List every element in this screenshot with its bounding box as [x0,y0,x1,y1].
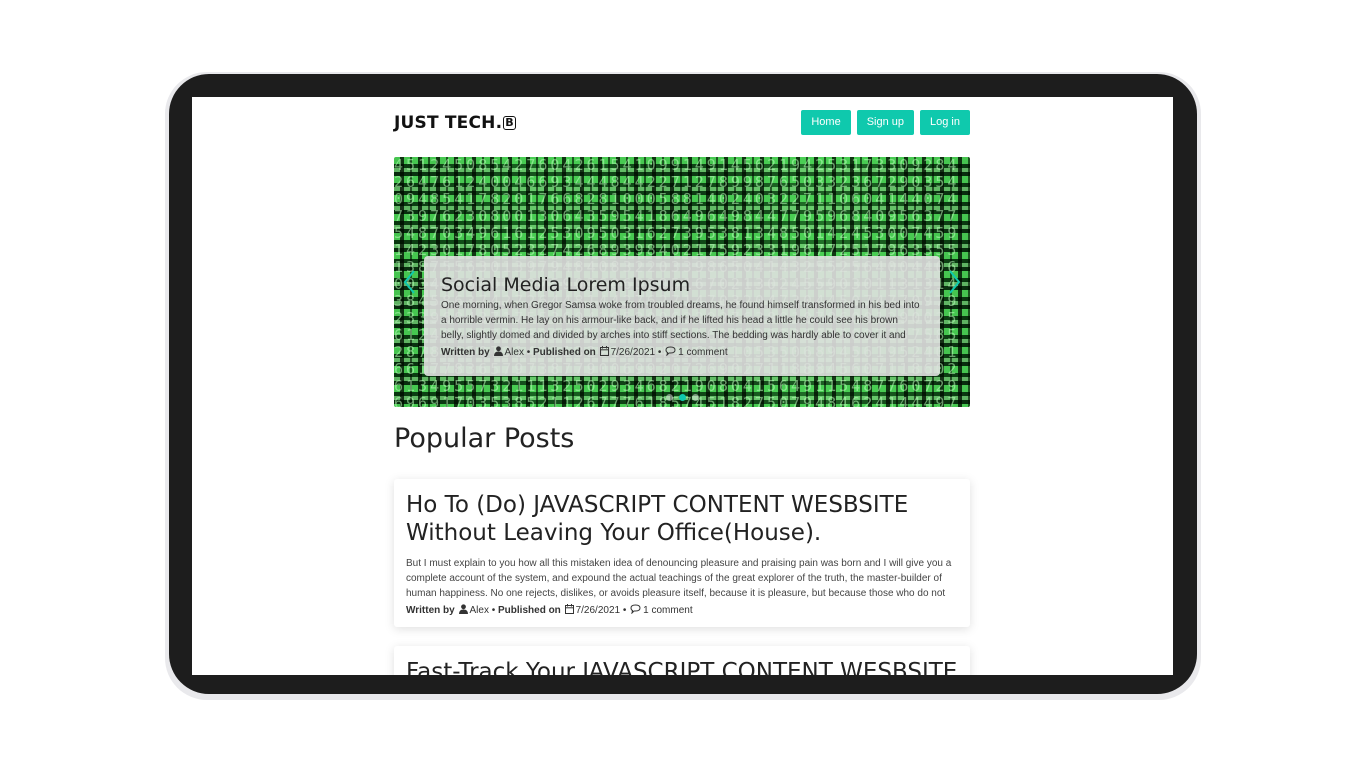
post-title[interactable]: Fast-Track Your JAVASCRIPT CONTENT WESBS… [406,658,958,675]
carousel-prev-button[interactable] [400,267,420,297]
written-by-label: Written by [406,605,455,616]
post-title[interactable]: Ho To (Do) JAVASCRIPT CONTENT WESBSITE W… [406,491,958,547]
hero-caption: Social Media Lorem Ipsum One morning, wh… [424,256,940,376]
carousel-indicators [394,394,970,401]
publish-date: 7/26/2021 [575,605,621,616]
hero-post-meta: Written by Alex • Published on 7/26/2021… [441,346,728,359]
page-container: JUST TECH. B Home Sign up Log in 45124508… [394,97,970,675]
calendar-icon [564,604,574,617]
post-card: Fast-Track Your JAVASCRIPT CONTENT WESBS… [394,646,970,675]
popular-posts-heading: Popular Posts [394,423,575,454]
carousel-next-button[interactable] [944,267,964,297]
post-excerpt: But I must explain to you how all this m… [406,558,952,599]
logo-text: JUST TECH. [394,113,503,133]
published-on-label: Published on [498,605,561,616]
carousel-dot[interactable] [691,394,699,401]
hero-carousel: 4512450854276042615410991491456219425317… [394,157,970,407]
chevron-right-icon [949,270,961,294]
hero-post-title[interactable]: Social Media Lorem Ipsum [441,274,923,296]
main-nav: Home Sign up Log in [801,110,970,135]
carousel-dot[interactable] [678,394,686,401]
post-card: Ho To (Do) JAVASCRIPT CONTENT WESBSITE W… [394,479,970,627]
comment-icon [665,346,676,359]
site-logo[interactable]: JUST TECH. B [394,113,516,133]
comment-icon [630,604,641,617]
screen: JUST TECH. B Home Sign up Log in 45124508… [192,97,1173,675]
carousel-dot[interactable] [665,394,673,401]
home-button[interactable]: Home [801,110,851,135]
user-icon [493,346,503,359]
author-name[interactable]: Alex [505,347,524,358]
post-meta: Written by Alex • Published on 7/26/2021… [406,604,693,617]
author-name[interactable]: Alex [470,605,489,616]
written-by-label: Written by [441,347,490,358]
chevron-left-icon [403,270,415,294]
logo-mark: B [503,116,516,130]
published-on-label: Published on [533,347,596,358]
user-icon [458,604,468,617]
calendar-icon [599,346,609,359]
log-in-button[interactable]: Log in [920,110,970,135]
sign-up-button[interactable]: Sign up [856,110,915,135]
publish-date: 7/26/2021 [610,347,656,358]
hero-post-excerpt: One morning, when Gregor Samsa woke from… [441,300,920,341]
comment-count[interactable]: 1 comment [643,605,692,616]
comment-count[interactable]: 1 comment [678,347,727,358]
